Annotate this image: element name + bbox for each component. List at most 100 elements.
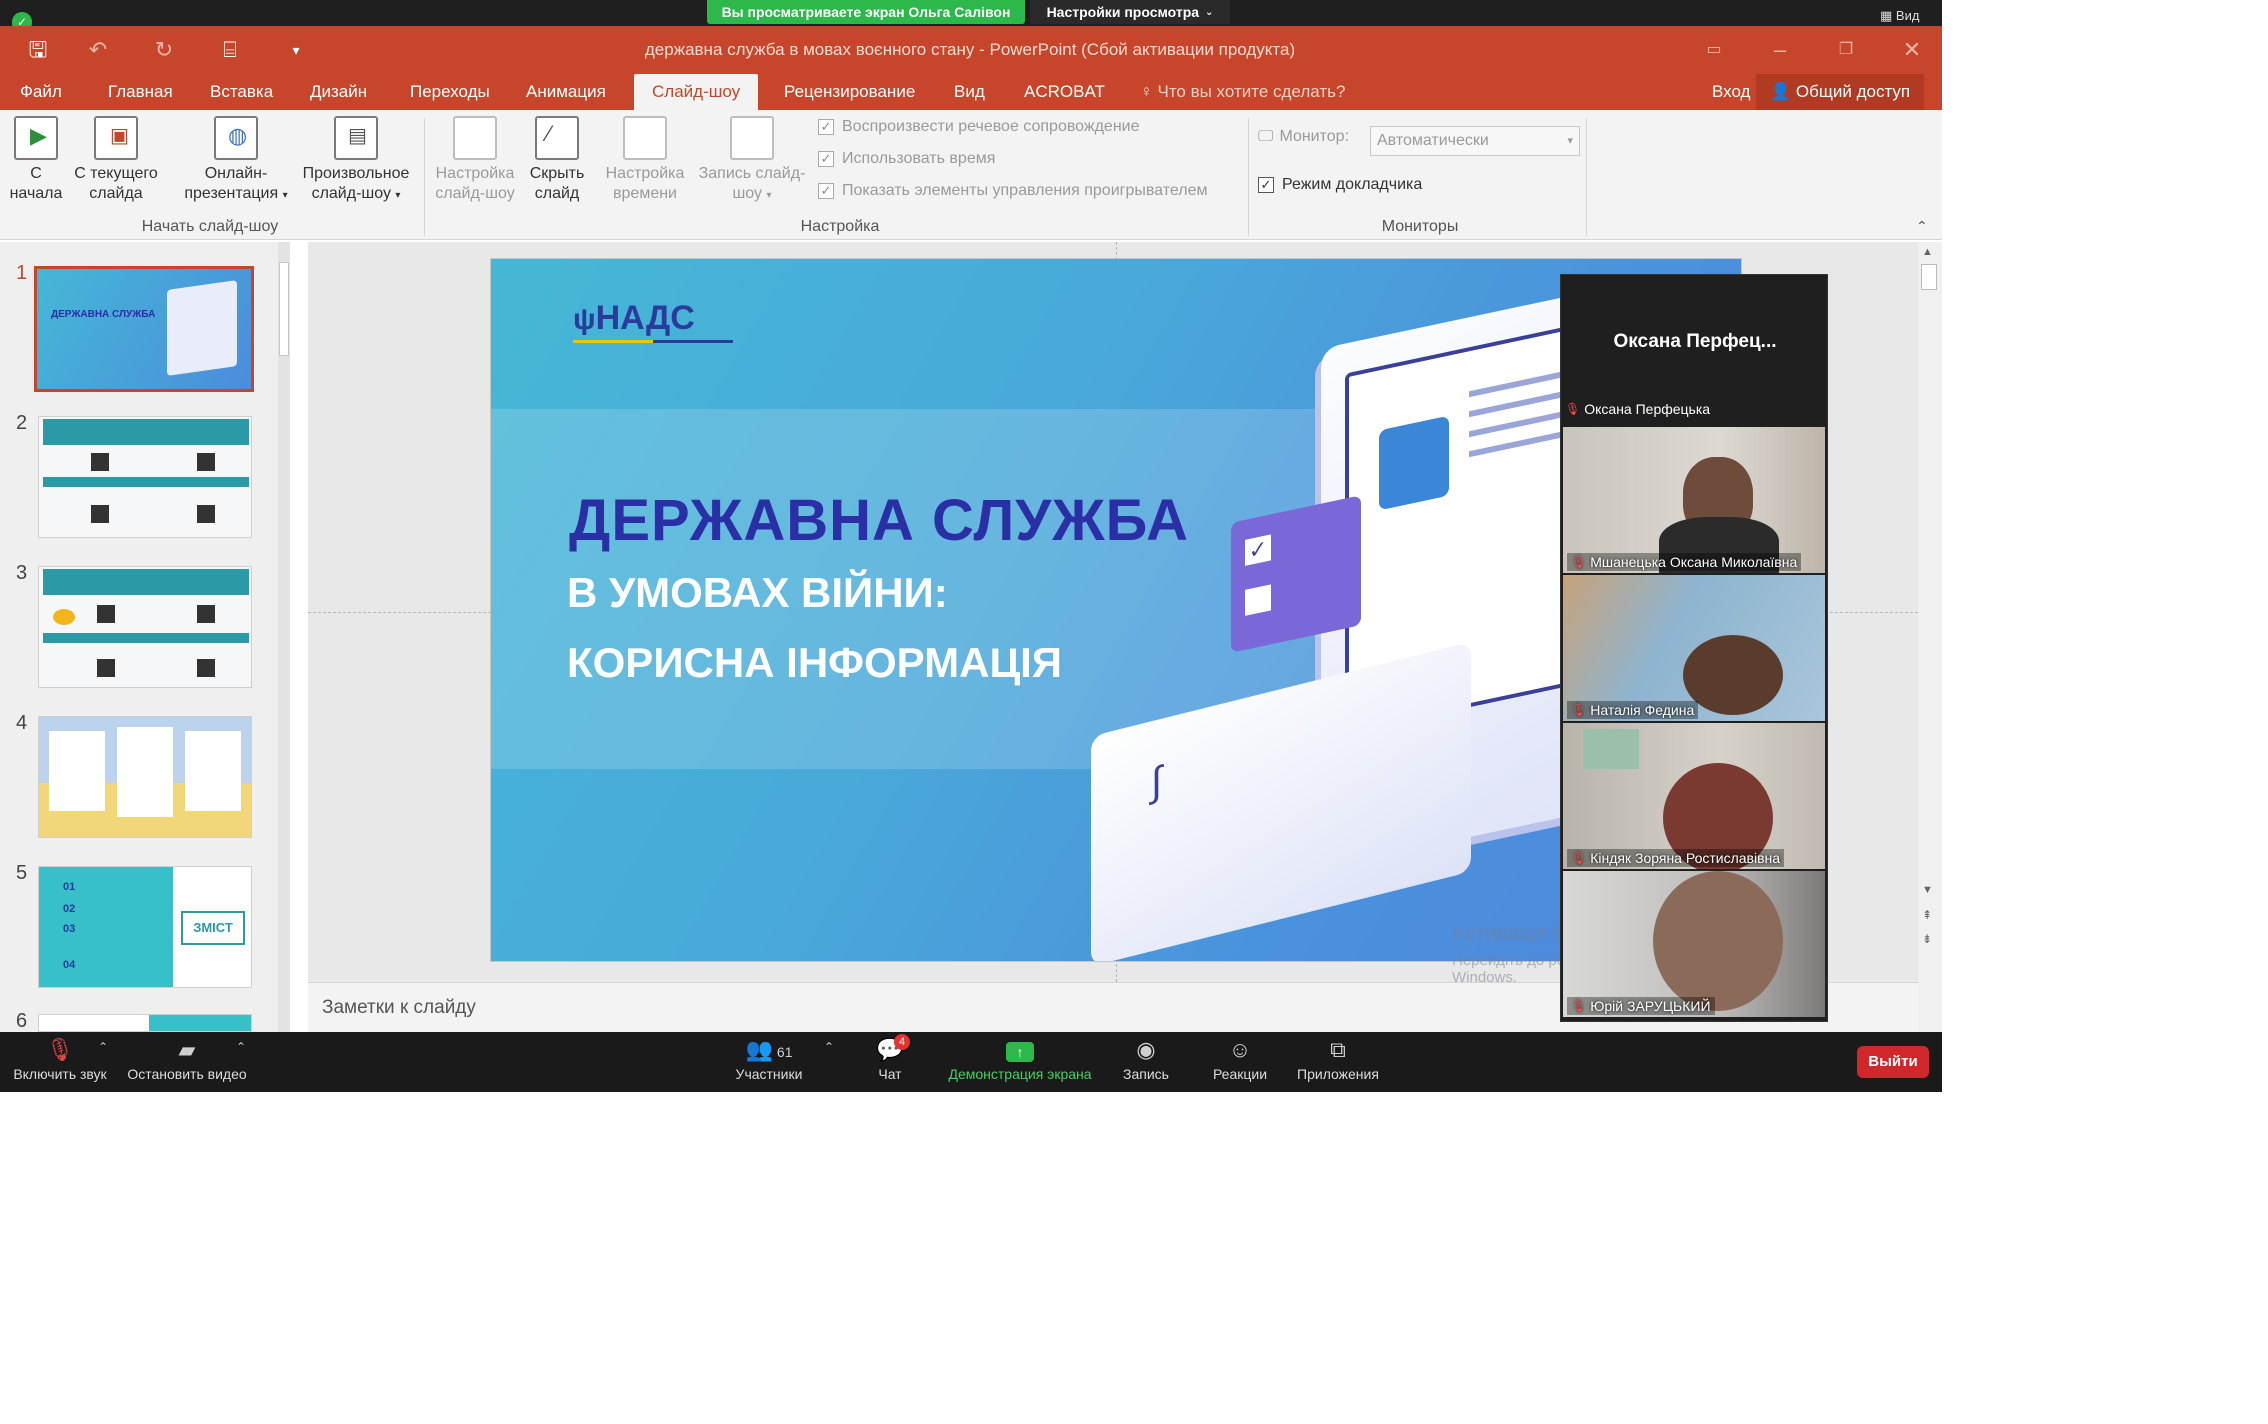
narration-checkbox[interactable]: ✓ Воспроизвести речевое сопровождение (818, 118, 1139, 136)
redo-icon[interactable]: ↻ (146, 34, 182, 66)
tell-me-text: Что вы хотите сделать? (1157, 82, 1346, 101)
apps-button[interactable]: ⧉ Приложения (1290, 1032, 1386, 1092)
tab-view[interactable]: Вид (944, 74, 995, 110)
tab-acrobat[interactable]: ACROBAT (1014, 74, 1115, 110)
tab-design[interactable]: Дизайн (300, 74, 377, 110)
stop-video-button[interactable]: ▰ Остановить видео (124, 1032, 250, 1092)
leave-meeting-button[interactable]: Выйти (1857, 1046, 1929, 1078)
zoom-toolbar: 🎙 Включить звук ⌃ ▰ Остановить видео ⌃ 👥… (0, 1032, 1942, 1092)
tell-me-box[interactable]: ♀ Что вы хотите сделать? (1130, 74, 1355, 110)
thumbnails-scrollbar[interactable] (278, 242, 290, 1032)
share-button[interactable]: 👤 Общий доступ (1756, 74, 1925, 110)
use-timings-label: Использовать время (842, 150, 996, 167)
nads-logo: ψНАДС (573, 299, 733, 343)
participant-name: Мшанецька Оксана Миколаївна (1590, 554, 1798, 570)
trident-icon: ψ (573, 303, 596, 336)
thumb-num: 01 (63, 881, 76, 893)
qr-code-icon (91, 505, 109, 523)
scrollbar-thumb[interactable] (1921, 264, 1937, 290)
slide-thumbnail-6[interactable] (38, 1014, 252, 1032)
thumb-card (185, 731, 241, 811)
share-screen-label: Демонстрация экрана (948, 1066, 1092, 1082)
media-controls-checkbox[interactable]: ✓ Показать элементы управления проигрыва… (818, 182, 1207, 200)
tab-slideshow[interactable]: Слайд-шоу (634, 74, 759, 110)
qr-code-icon (197, 659, 215, 677)
slide-thumbnail-2[interactable] (38, 416, 252, 538)
video-tile-label: 🎙 Наталія Федина (1567, 701, 1699, 719)
scroll-down-icon[interactable]: ▼ (1922, 884, 1933, 896)
checkmark-icon: ✓ (1245, 534, 1271, 566)
slide-thumbnails-pane: 1 ДЕРЖАВНА СЛУЖБА 2 3 4 5 01 02 03 04 ЗМ… (0, 242, 290, 1032)
restore-icon[interactable]: ❐ (1828, 34, 1864, 66)
record-show-button[interactable]: Запись слайд- шоу ▾ (692, 116, 812, 206)
video-tile-2[interactable]: 🎙 Наталія Федина (1563, 575, 1825, 721)
participants-options-caret[interactable]: ⌃ (824, 1040, 834, 1054)
from-current-label-1: С текущего (74, 165, 158, 182)
tab-insert[interactable]: Вставка (200, 74, 283, 110)
participant-name: Наталія Федина (1590, 702, 1695, 718)
presenter-icon[interactable]: ⌸ (212, 34, 248, 66)
tab-animation[interactable]: Анимация (516, 74, 616, 110)
close-icon[interactable]: ✕ (1894, 34, 1930, 66)
qr-code-icon (91, 453, 109, 471)
monitors-group-label: Мониторы (1381, 218, 1459, 235)
chat-button[interactable]: 💬 Чат 4 (860, 1032, 920, 1092)
qr-code-icon (197, 453, 215, 471)
customize-toolbar-icon[interactable]: ▾ (278, 34, 314, 66)
slide-thumbnail-1[interactable]: ДЕРЖАВНА СЛУЖБА (34, 266, 254, 392)
view-button[interactable]: ▦ Вид (1880, 8, 1919, 24)
setup-show-button[interactable]: Настройка слайд-шоу (430, 116, 520, 204)
signin-link[interactable]: Вход (1702, 74, 1760, 110)
slide-thumbnail-4[interactable] (38, 716, 252, 838)
thumb-header (43, 569, 249, 595)
undo-icon[interactable]: ↶ (80, 34, 116, 66)
online-presentation-button[interactable]: ◍ Онлайн- презентация ▾ (176, 116, 296, 206)
camera-icon: ▰ (178, 1037, 196, 1062)
current-slide[interactable]: ψНАДС ДЕРЖАВНА СЛУЖБА В УМОВАХ ВІЙНИ: КО… (490, 258, 1742, 962)
view-settings-button[interactable]: Настройки просмотра ⌄ (1030, 0, 1230, 24)
slide-number: 3 (16, 562, 28, 584)
tab-review[interactable]: Рецензирование (774, 74, 925, 110)
scroll-up-icon[interactable]: ▲ (1922, 246, 1933, 258)
next-slide-icon[interactable]: ⇟ (1922, 932, 1932, 946)
participants-button[interactable]: 👥 61 Участники (724, 1032, 814, 1092)
record-button[interactable]: ◉ Запись (1110, 1032, 1182, 1092)
from-start-button[interactable]: ▶ С начала (6, 116, 66, 204)
hide-label-1: Скрыть (529, 165, 585, 182)
custom-show-label-2: слайд-шоу (311, 185, 391, 202)
thumb-contents-block: 01 02 03 04 (39, 867, 173, 987)
minimize-icon[interactable]: – (1762, 34, 1798, 66)
participant-name: Кіндяк Зоряна Ростиславівна (1590, 850, 1781, 866)
group-separator (1586, 118, 1587, 236)
collapse-ribbon-icon[interactable]: ⌃ (1916, 218, 1928, 235)
scrollbar-thumb[interactable] (279, 262, 289, 356)
video-tile-4[interactable]: 🎙 Юрій ЗАРУЦЬКИЙ (1563, 871, 1825, 1017)
lightbulb-icon: ♀ (1140, 82, 1153, 101)
from-current-button[interactable]: ▣ С текущего слайда (66, 116, 166, 204)
tab-transitions[interactable]: Переходы (400, 74, 500, 110)
video-tile-3[interactable]: 🎙 Кіндяк Зоряна Ростиславівна (1563, 723, 1825, 869)
save-icon[interactable]: 🖫 (20, 34, 56, 66)
custom-show-button[interactable]: ▤ Произвольное слайд-шоу ▾ (296, 116, 416, 206)
tab-home[interactable]: Главная (98, 74, 183, 110)
hide-slide-button[interactable]: ⁄ Скрыть слайд (522, 116, 592, 204)
slide-thumbnail-5[interactable]: 01 02 03 04 ЗМІСТ (38, 866, 252, 988)
video-tile-1[interactable]: 🎙 Мшанецька Оксана Миколаївна (1563, 427, 1825, 573)
use-timings-checkbox[interactable]: ✓ Использовать время (818, 150, 995, 168)
monitor-select[interactable]: Автоматически ▾ (1370, 126, 1580, 156)
audio-options-caret[interactable]: ⌃ (98, 1040, 108, 1054)
presenter-view-checkbox[interactable]: ✓ Режим докладчика (1258, 176, 1422, 194)
rehearse-timings-button[interactable]: Настройка времени (600, 116, 690, 204)
video-options-caret[interactable]: ⌃ (236, 1040, 246, 1054)
reactions-button[interactable]: ☺ Реакции (1200, 1032, 1280, 1092)
nads-logo-text: НАДС (595, 299, 695, 337)
ribbon-display-icon[interactable]: ▭ (1696, 34, 1732, 66)
previous-slide-icon[interactable]: ⇞ (1922, 908, 1932, 922)
slide-thumbnail-3[interactable] (38, 566, 252, 688)
participant-video (1653, 871, 1783, 1011)
mic-muted-icon: 🎙 (1565, 402, 1581, 416)
share-screen-button[interactable]: ↑ Демонстрация экрана (940, 1032, 1100, 1092)
tab-file[interactable]: Файл (10, 74, 72, 110)
slide-scrollbar[interactable]: ▲ ▼ ⇞ ⇟ (1918, 242, 1942, 1032)
setup-group-label: Настройка (800, 218, 880, 235)
